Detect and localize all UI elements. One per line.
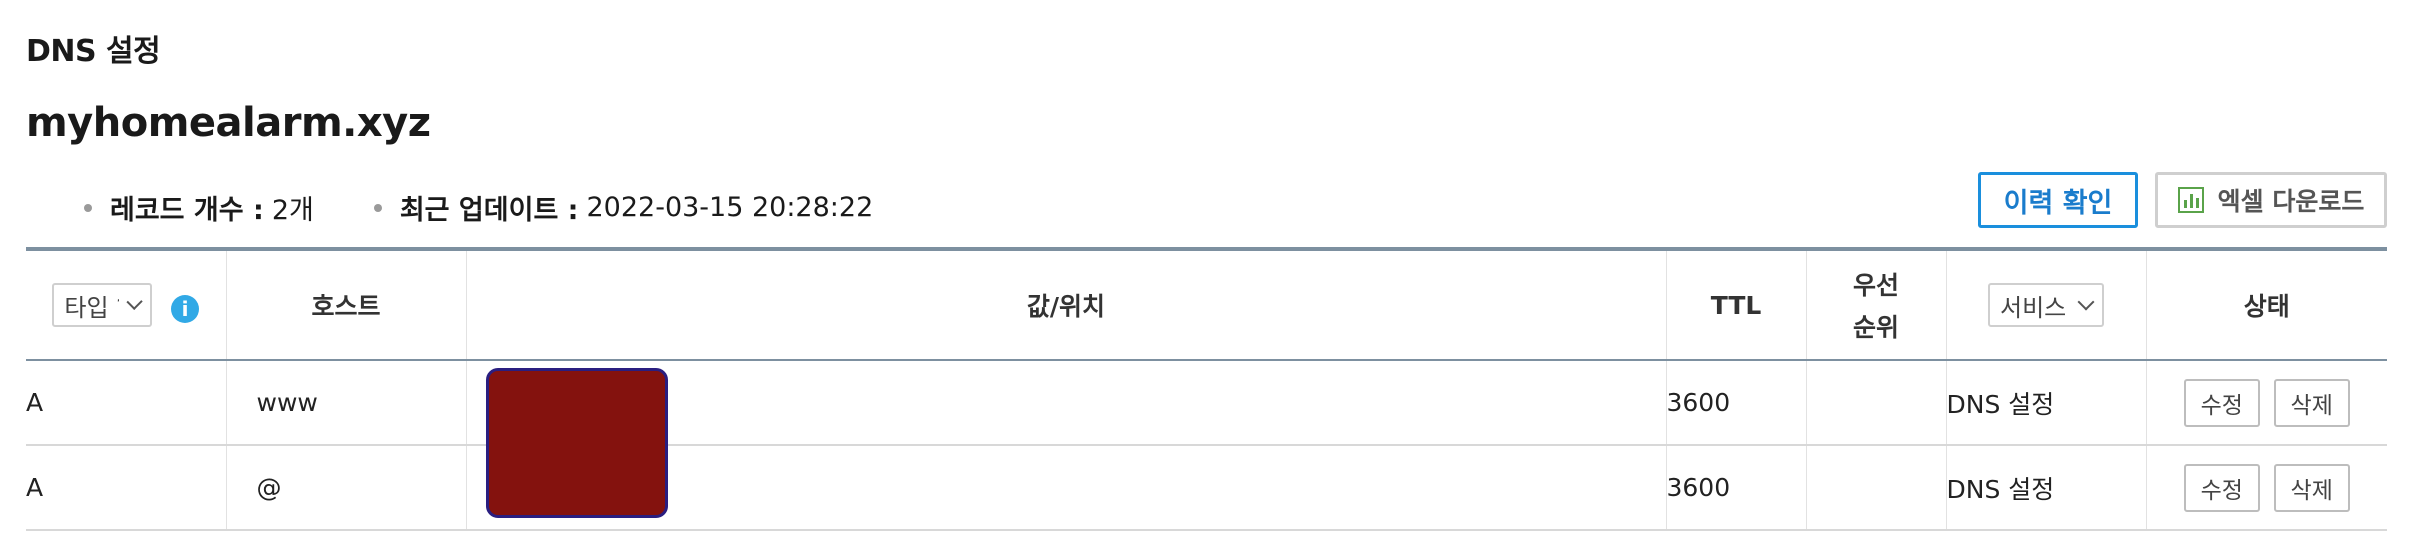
dns-record-table: 타입 ? i 호스트 값/위치 TTL 우선 순위 서비스	[26, 247, 2387, 531]
bullet-icon	[373, 203, 382, 212]
dns-settings-page: DNS 설정 myhomealarm.xyz 레코드 개수 : 2개 최근 업데…	[0, 0, 2414, 540]
header-priority-line1: 우선	[1852, 271, 1899, 300]
last-updated: 최근 업데이트 : 2022-03-15 20:28:22	[373, 188, 874, 227]
header-host: 호스트	[225, 247, 466, 361]
row-type: A	[26, 445, 226, 531]
row-priority	[1805, 445, 1946, 531]
record-count: 레코드 개수 : 2개	[84, 188, 314, 227]
header-priority-line2: 순위	[1852, 313, 1899, 342]
table-row: A @ 3600 DNS 설정 수정 삭제	[26, 445, 2387, 531]
header-service: 서비스	[1945, 247, 2146, 361]
chevron-down-icon	[126, 293, 143, 311]
header-priority: 우선 순위	[1805, 247, 1946, 361]
row-host: www	[225, 360, 466, 446]
last-updated-value: 2022-03-15 20:28:22	[586, 192, 874, 223]
record-count-value: 2개	[271, 195, 314, 226]
table-row: A www 3600 DNS 설정 수정 삭제	[26, 360, 2387, 446]
row-type: A	[26, 360, 226, 446]
delete-button[interactable]: 삭제	[2273, 463, 2350, 512]
chevron-down-icon	[2077, 293, 2095, 311]
row-ttl: 3600	[1665, 445, 1806, 531]
summary-bar: 레코드 개수 : 2개 최근 업데이트 : 2022-03-15 20:28:2…	[84, 188, 933, 227]
service-filter-label: 서비스	[2000, 293, 2067, 322]
edit-button[interactable]: 수정	[2183, 378, 2260, 427]
row-service: DNS 설정	[1945, 445, 2146, 531]
service-filter-select[interactable]: 서비스	[1988, 283, 2104, 327]
excel-chart-icon	[2177, 187, 2204, 213]
header-ttl: TTL	[1665, 247, 1806, 361]
history-button[interactable]: 이력 확인	[1978, 172, 2138, 228]
excel-download-label: 엑셀 다운로드	[2217, 187, 2365, 216]
row-service: DNS 설정	[1945, 360, 2146, 446]
last-updated-label: 최근 업데이트 :	[399, 195, 579, 226]
row-actions: 수정 삭제	[2145, 445, 2387, 531]
domain-title: myhomealarm.xyz	[26, 100, 431, 146]
row-host: @	[225, 445, 466, 531]
edit-button[interactable]: 수정	[2183, 463, 2260, 512]
row-priority	[1805, 360, 1946, 446]
delete-button[interactable]: 삭제	[2273, 378, 2350, 427]
header-status: 상태	[2145, 247, 2387, 361]
type-filter-label: 타입 ?	[64, 293, 119, 322]
excel-download-button[interactable]: 엑셀 다운로드	[2155, 172, 2387, 228]
table-header-row: 타입 ? i 호스트 값/위치 TTL 우선 순위 서비스	[26, 247, 2387, 361]
row-ttl: 3600	[1665, 360, 1806, 446]
row-actions: 수정 삭제	[2145, 360, 2387, 446]
bullet-icon	[84, 203, 92, 212]
info-icon[interactable]: i	[171, 294, 200, 323]
redacted-value-block	[486, 368, 668, 518]
header-value: 값/위치	[465, 247, 1666, 361]
section-title: DNS 설정	[26, 34, 161, 69]
record-count-label: 레코드 개수 :	[110, 195, 264, 226]
type-filter-select[interactable]: 타입 ?	[52, 283, 153, 327]
header-type: 타입 ? i	[26, 247, 226, 361]
